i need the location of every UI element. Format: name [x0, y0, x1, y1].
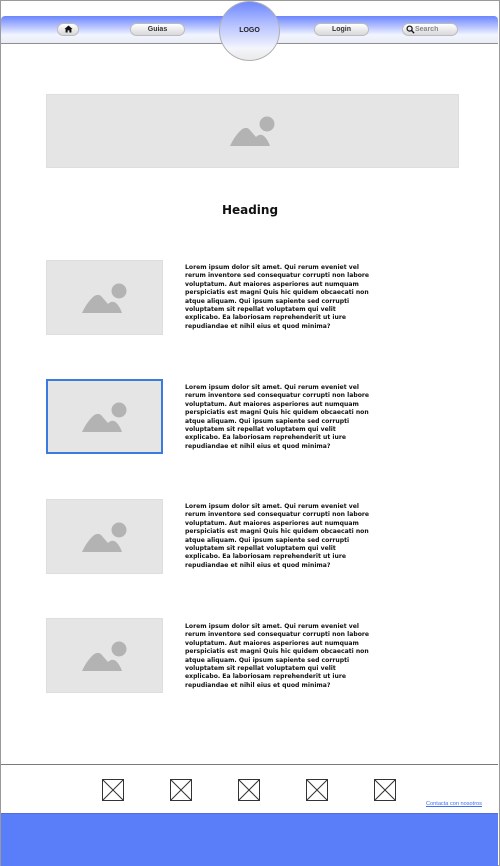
social-link-4[interactable]	[306, 779, 328, 801]
search-icon	[406, 25, 415, 38]
page-heading: Heading	[221, 203, 279, 217]
guias-button[interactable]: Guias	[130, 23, 185, 36]
section-2-image[interactable]	[46, 379, 163, 454]
section-3-image	[46, 499, 163, 574]
contact-link[interactable]: Contacta con nosotros	[426, 801, 482, 807]
social-link-3[interactable]	[238, 779, 260, 801]
section-3-text: Lorem ipsum dolor sit amet. Qui rerum ev…	[185, 503, 370, 569]
section-1-text: Lorem ipsum dolor sit amet. Qui rerum ev…	[185, 264, 370, 330]
search-box[interactable]	[402, 23, 458, 36]
login-button[interactable]: Login	[314, 23, 369, 36]
section-4-text: Lorem ipsum dolor sit amet. Qui rerum ev…	[185, 623, 370, 689]
footer-bar	[1, 813, 498, 866]
social-link-1[interactable]	[102, 779, 124, 801]
banner-image	[46, 94, 459, 168]
home-button[interactable]	[57, 23, 79, 36]
home-icon	[64, 25, 73, 35]
section-4-image	[46, 618, 163, 693]
social-link-2[interactable]	[170, 779, 192, 801]
section-2-text: Lorem ipsum dolor sit amet. Qui rerum ev…	[185, 384, 370, 450]
section-1-image	[46, 260, 163, 335]
footer-divider	[1, 764, 498, 765]
social-link-5[interactable]	[374, 779, 396, 801]
search-input[interactable]	[415, 26, 455, 33]
logo[interactable]: LOGO	[219, 1, 280, 61]
